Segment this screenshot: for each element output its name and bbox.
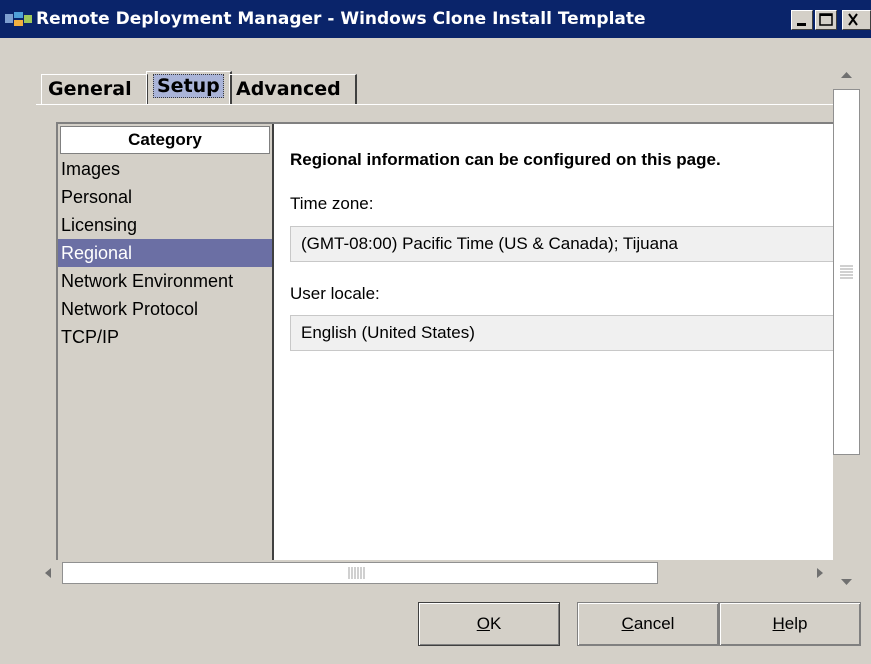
scroll-up-arrow-icon[interactable]	[833, 59, 860, 89]
category-item-network-environment[interactable]: Network Environment	[58, 267, 272, 295]
time-zone-label: Time zone:	[290, 194, 374, 213]
regional-settings-pane: Regional information can be configured o…	[274, 124, 835, 560]
grip-icon	[348, 567, 365, 579]
app-icon	[5, 12, 32, 26]
category-item-network-protocol[interactable]: Network Protocol	[58, 295, 272, 323]
horizontal-scrollbar[interactable]	[36, 560, 833, 586]
category-item-images[interactable]: Images	[58, 155, 272, 183]
cancel-label: ancel	[633, 614, 675, 633]
dialog-body: General Setup Advanced Category Images P…	[0, 38, 871, 664]
category-list: Category Images Personal Licensing Regio…	[58, 124, 274, 560]
category-item-regional[interactable]: Regional	[58, 239, 272, 267]
tab-general-label: General	[48, 78, 132, 100]
minimize-button[interactable]	[791, 10, 813, 30]
ok-label: K	[489, 614, 502, 633]
ok-button[interactable]: OK	[418, 602, 560, 646]
cancel-mnemonic: C	[621, 614, 634, 633]
help-label: elp	[784, 614, 808, 633]
scroll-down-arrow-icon[interactable]	[833, 567, 860, 597]
category-header: Category	[60, 126, 270, 154]
category-item-licensing[interactable]: Licensing	[58, 211, 272, 239]
tab-general[interactable]: General	[41, 74, 148, 104]
minimize-icon	[797, 23, 806, 26]
scroll-right-arrow-icon[interactable]	[806, 560, 832, 586]
close-icon	[848, 13, 858, 26]
tab-advanced-label: Advanced	[236, 78, 341, 100]
category-item-personal[interactable]: Personal	[58, 183, 272, 211]
user-locale-select[interactable]: English (United States)	[290, 315, 835, 351]
ok-mnemonic: O	[476, 614, 490, 633]
vertical-scrollbar[interactable]	[833, 59, 860, 597]
user-locale-label: User locale:	[290, 284, 380, 303]
maximize-icon	[819, 13, 833, 26]
help-mnemonic: H	[772, 614, 785, 633]
grip-icon	[840, 265, 853, 279]
time-zone-select[interactable]: (GMT-08:00) Pacific Time (US & Canada); …	[290, 226, 835, 262]
category-item-tcp-ip[interactable]: TCP/IP	[58, 323, 272, 351]
vertical-scroll-thumb[interactable]	[833, 89, 860, 455]
setup-panel: Category Images Personal Licensing Regio…	[56, 122, 835, 560]
tab-setup-label: Setup	[153, 74, 224, 98]
tab-advanced[interactable]: Advanced	[229, 74, 357, 104]
title-bar[interactable]: Remote Deployment Manager - Windows Clon…	[0, 0, 871, 38]
cancel-button[interactable]: Cancel	[577, 602, 719, 646]
help-button[interactable]: Help	[719, 602, 861, 646]
scroll-left-arrow-icon[interactable]	[36, 560, 62, 586]
close-button[interactable]	[842, 10, 871, 30]
window-title: Remote Deployment Manager - Windows Clon…	[36, 9, 646, 29]
tab-setup[interactable]: Setup	[146, 71, 232, 104]
page-description: Regional information can be configured o…	[290, 150, 721, 169]
maximize-button[interactable]	[815, 10, 837, 30]
scroll-viewport: Category Images Personal Licensing Regio…	[36, 104, 835, 560]
horizontal-scroll-thumb[interactable]	[62, 562, 658, 584]
